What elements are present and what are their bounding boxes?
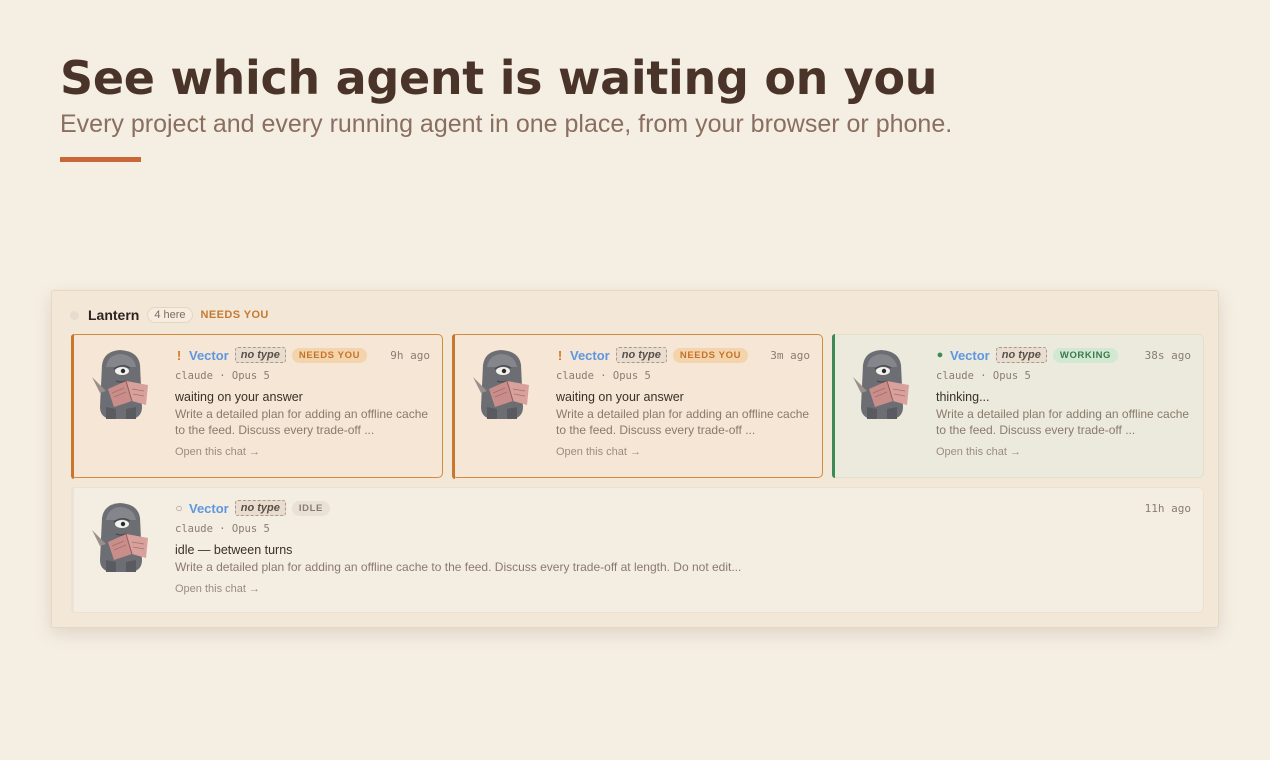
agent-card[interactable]: ○ Vector no type IDLE 11h ago claude · O… [71, 487, 1204, 613]
task-description: Write a detailed plan for adding an offl… [175, 560, 742, 574]
last-activity-time: 9h ago [390, 348, 430, 362]
dashboard-panel: Lantern 4 here NEEDS YOU ! Vector no typ… [51, 290, 1219, 628]
model-label: claude · Opus 5 [556, 370, 651, 382]
card-header-row: ○ Vector no type IDLE 11h ago [175, 498, 1191, 518]
last-activity-time: 3m ago [770, 348, 810, 362]
agent-count-badge: 4 here [147, 307, 193, 323]
agent-name-link[interactable]: Vector [950, 348, 990, 363]
agent-card[interactable]: ● Vector no type WORKING 38s ago claude … [832, 334, 1204, 478]
status-badge: WORKING [1052, 347, 1119, 363]
status-icon: ! [176, 347, 182, 363]
card-body: ! Vector no type NEEDS YOU 9h ago claude… [175, 345, 430, 458]
open-chat-link[interactable]: Open this chat → [175, 446, 430, 458]
agent-type-pill[interactable]: no type [995, 347, 1047, 363]
task-description: Write a detailed plan for adding an offl… [556, 407, 810, 437]
card-header-row: ! Vector no type NEEDS YOU 3m ago [556, 345, 810, 365]
card-header-row: ● Vector no type WORKING 38s ago [936, 345, 1191, 365]
card-body: ! Vector no type NEEDS YOU 3m ago claude… [556, 345, 810, 458]
agent-name-link[interactable]: Vector [189, 501, 229, 516]
status-badge: NEEDS YOU [672, 347, 749, 363]
agent-state-text: idle — between turns [175, 543, 293, 557]
group-needs-flag: NEEDS YOU [200, 309, 269, 321]
agent-type-pill[interactable]: no type [615, 347, 667, 363]
agent-avatar-icon [473, 350, 529, 419]
agent-state-text: waiting on your answer [175, 390, 303, 404]
hero: See which agent is waiting on you Every … [60, 50, 952, 162]
status-badge: NEEDS YOU [291, 347, 368, 363]
agent-avatar-icon [92, 350, 148, 419]
task-description: Write a detailed plan for adding an offl… [936, 407, 1190, 437]
open-chat-link[interactable]: Open this chat → [556, 446, 810, 458]
project-name: Lantern [88, 307, 140, 323]
card-header-row: ! Vector no type NEEDS YOU 9h ago [175, 345, 430, 365]
agent-type-pill[interactable]: no type [234, 347, 286, 363]
status-badge: IDLE [291, 500, 330, 516]
accent-rule [60, 157, 141, 162]
card-body: ● Vector no type WORKING 38s ago claude … [936, 345, 1191, 458]
page-title: See which agent is waiting on you [60, 51, 938, 105]
status-icon: ● [936, 349, 944, 361]
agent-name-link[interactable]: Vector [189, 348, 229, 363]
agent-state-text: thinking... [936, 390, 990, 404]
open-chat-link[interactable]: Open this chat → [936, 446, 1191, 458]
open-chat-link[interactable]: Open this chat → [175, 583, 1191, 595]
last-activity-time: 11h ago [1144, 501, 1191, 515]
model-label: claude · Opus 5 [175, 523, 270, 535]
card-body: ○ Vector no type IDLE 11h ago claude · O… [175, 498, 1191, 595]
agent-card[interactable]: ! Vector no type NEEDS YOU 9h ago claude… [70, 333, 443, 479]
status-icon: ! [557, 347, 563, 363]
status-icon: ○ [175, 501, 183, 515]
project-group-header[interactable]: Lantern 4 here NEEDS YOU [70, 305, 269, 325]
agent-name-link[interactable]: Vector [570, 348, 610, 363]
group-status-dot [70, 310, 79, 320]
agent-avatar-icon [92, 503, 148, 572]
agent-avatar-icon [853, 350, 909, 419]
agent-type-pill[interactable]: no type [234, 500, 286, 516]
page-subtitle: Every project and every running agent in… [60, 110, 953, 138]
task-description: Write a detailed plan for adding an offl… [175, 407, 429, 437]
model-label: claude · Opus 5 [936, 370, 1031, 382]
agent-state-text: waiting on your answer [556, 390, 684, 404]
last-activity-time: 38s ago [1144, 348, 1191, 362]
model-label: claude · Opus 5 [175, 370, 270, 382]
agent-card[interactable]: ! Vector no type NEEDS YOU 3m ago claude… [451, 333, 823, 479]
